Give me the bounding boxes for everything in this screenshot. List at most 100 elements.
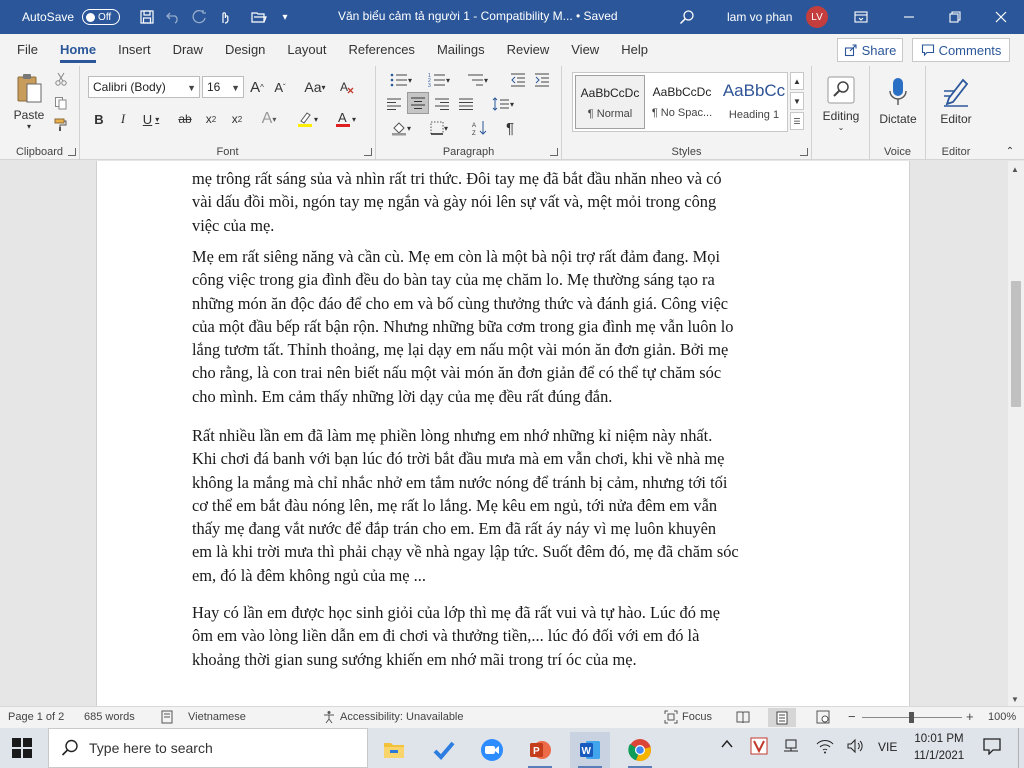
- document-line[interactable]: cho mình. Em cảm thấy những lời dạy của …: [192, 385, 817, 408]
- document-page[interactable]: mẹ trông rất sáng sủa và nhìn rất tri th…: [96, 161, 910, 706]
- document-line[interactable]: khoảng thời gian sung sướng khiến em nhớ…: [192, 648, 817, 671]
- style-normal[interactable]: AaBbCcDc ¶ Normal: [575, 75, 645, 129]
- comments-button[interactable]: Comments: [912, 38, 1010, 62]
- input-language[interactable]: VIE: [878, 740, 897, 754]
- change-case-icon[interactable]: Aa ▾: [300, 76, 330, 98]
- system-clock[interactable]: 10:01 PM 11/1/2021: [906, 731, 972, 765]
- chrome-icon[interactable]: [620, 732, 660, 768]
- network-device-icon[interactable]: [782, 738, 800, 757]
- shrink-font-icon[interactable]: Aˇ: [270, 76, 290, 98]
- zoom-in-icon[interactable]: +: [966, 709, 974, 724]
- subscript-button[interactable]: x2: [200, 108, 222, 130]
- text-effects-icon[interactable]: A ▾: [256, 108, 282, 130]
- cut-icon[interactable]: [52, 70, 70, 88]
- powerpoint-icon[interactable]: P: [520, 732, 560, 768]
- tab-draw[interactable]: Draw: [162, 34, 214, 66]
- tab-references[interactable]: References: [337, 34, 425, 66]
- show-hidden-icons-icon[interactable]: [720, 737, 734, 754]
- strikethrough-button[interactable]: ab: [174, 108, 196, 130]
- document-line[interactable]: Hay có lần em được học sinh giỏi của lớp…: [192, 601, 817, 624]
- scrollbar-thumb[interactable]: [1011, 281, 1021, 407]
- italic-button[interactable]: I: [114, 108, 132, 130]
- tab-mailings[interactable]: Mailings: [426, 34, 496, 66]
- touch-mode-icon[interactable]: [212, 4, 238, 30]
- taskbar-search-box[interactable]: Type here to search: [48, 728, 368, 768]
- tab-insert[interactable]: Insert: [107, 34, 162, 66]
- focus-mode-label[interactable]: Focus: [682, 711, 712, 723]
- tab-home[interactable]: Home: [49, 34, 107, 66]
- page-count[interactable]: Page 1 of 2: [8, 711, 64, 723]
- font-name-combo[interactable]: Calibri (Body) ▼: [88, 76, 200, 98]
- save-icon[interactable]: [134, 4, 160, 30]
- collapse-ribbon-icon[interactable]: ⌃: [1002, 144, 1018, 158]
- styles-more-icon[interactable]: ☰: [790, 112, 804, 130]
- paragraph-launcher-icon[interactable]: [550, 148, 558, 156]
- web-layout-icon[interactable]: [816, 710, 830, 727]
- shading-icon[interactable]: ▾: [386, 118, 416, 138]
- tab-design[interactable]: Design: [214, 34, 276, 66]
- undo-icon[interactable]: [160, 4, 186, 30]
- todo-app-icon[interactable]: [424, 732, 464, 768]
- style-heading-1[interactable]: AaBbCc Heading 1: [719, 75, 789, 129]
- paste-button[interactable]: Paste ▾: [8, 70, 50, 132]
- clear-formatting-icon[interactable]: A: [336, 76, 358, 98]
- antivirus-tray-icon[interactable]: [750, 737, 768, 758]
- open-folder-icon[interactable]: [246, 4, 272, 30]
- word-icon[interactable]: W: [570, 732, 610, 768]
- document-line[interactable]: Khi chơi đá banh với bạn lúc đó trời bắt…: [192, 447, 817, 470]
- bold-button[interactable]: B: [90, 108, 108, 130]
- document-line[interactable]: em là khi trời mưa thì phải chạy về nhà …: [192, 540, 817, 563]
- restore-icon[interactable]: [942, 4, 968, 30]
- document-line[interactable]: lắng tươm tất. Thỉnh thoảng, mẹ lại dạy …: [192, 338, 817, 361]
- document-line[interactable]: mẹ trông rất sáng sủa và nhìn rất tri th…: [192, 167, 817, 190]
- document-line[interactable]: vài dấu đồi mồi, ngón tay mẹ ngắn và gày…: [192, 190, 817, 213]
- tab-layout[interactable]: Layout: [276, 34, 337, 66]
- justify-icon[interactable]: [456, 94, 476, 114]
- language-indicator[interactable]: Vietnamese: [188, 711, 246, 723]
- document-area[interactable]: mẹ trông rất sáng sủa và nhìn rất tri th…: [0, 161, 1008, 706]
- multilevel-list-icon[interactable]: ▾: [460, 70, 494, 90]
- document-line[interactable]: những món ăn độc đáo để cho em và bố cùn…: [192, 292, 817, 315]
- search-icon[interactable]: [674, 4, 700, 30]
- share-button[interactable]: Share: [837, 38, 903, 62]
- font-color-icon[interactable]: A ▾: [330, 108, 360, 130]
- superscript-button[interactable]: x2: [226, 108, 248, 130]
- document-paragraph[interactable]: mẹ trông rất sáng sủa và nhìn rất tri th…: [192, 167, 817, 237]
- highlight-icon[interactable]: ▾: [292, 108, 322, 130]
- document-line[interactable]: công việc trong gia đình đều do bàn tay …: [192, 268, 817, 291]
- paste-dropdown-icon[interactable]: ▾: [27, 122, 31, 131]
- zoom-out-icon[interactable]: −: [848, 709, 856, 724]
- sort-icon[interactable]: AZ: [470, 118, 490, 138]
- show-formatting-icon[interactable]: ¶: [500, 118, 520, 138]
- document-line[interactable]: Rất nhiều lần em đã làm mẹ phiền lòng nh…: [192, 424, 817, 447]
- document-line[interactable]: cơ thể em bắt đàu nóng lên, mẹ rất lo lắ…: [192, 494, 817, 517]
- tab-help[interactable]: Help: [610, 34, 659, 66]
- show-desktop-button[interactable]: [1018, 728, 1024, 768]
- close-icon[interactable]: [988, 4, 1014, 30]
- file-explorer-icon[interactable]: [374, 732, 414, 768]
- styles-scroll-down-icon[interactable]: ▼: [790, 92, 804, 110]
- increase-indent-icon[interactable]: [532, 70, 552, 90]
- zoom-app-icon[interactable]: [472, 732, 512, 768]
- document-line[interactable]: thấy mẹ đang vắt nước để đắp trán cho em…: [192, 517, 817, 540]
- word-count[interactable]: 685 words: [84, 711, 135, 723]
- user-name[interactable]: lam vo phan: [727, 10, 792, 24]
- style-no-spacing[interactable]: AaBbCcDc ¶ No Spac...: [647, 75, 717, 129]
- customize-toolbar-icon[interactable]: ▾: [272, 4, 298, 30]
- document-paragraph[interactable]: Rất nhiều lần em đã làm mẹ phiền lòng nh…: [192, 424, 817, 587]
- proofing-icon[interactable]: [160, 710, 174, 727]
- wifi-icon[interactable]: [816, 738, 834, 757]
- numbering-icon[interactable]: 1 2 3 ▾: [422, 70, 456, 90]
- bullets-icon[interactable]: ▾: [384, 70, 418, 90]
- align-right-icon[interactable]: [432, 94, 452, 114]
- document-line[interactable]: việc của mẹ.: [192, 214, 817, 237]
- notifications-icon[interactable]: [982, 737, 1002, 758]
- styles-scroll-up-icon[interactable]: ▲: [790, 72, 804, 90]
- autosave-toggle[interactable]: Off: [82, 9, 121, 25]
- document-line[interactable]: Mẹ em rất siêng năng và cần cù. Mẹ em cò…: [192, 245, 817, 268]
- avatar[interactable]: LV: [806, 6, 828, 28]
- dictate-button[interactable]: Dictate: [874, 70, 922, 132]
- zoom-slider-handle[interactable]: [909, 712, 914, 723]
- document-line[interactable]: không la mắng mà chỉ nhắc nhở em tắm nướ…: [192, 471, 817, 494]
- zoom-level[interactable]: 100%: [988, 711, 1016, 723]
